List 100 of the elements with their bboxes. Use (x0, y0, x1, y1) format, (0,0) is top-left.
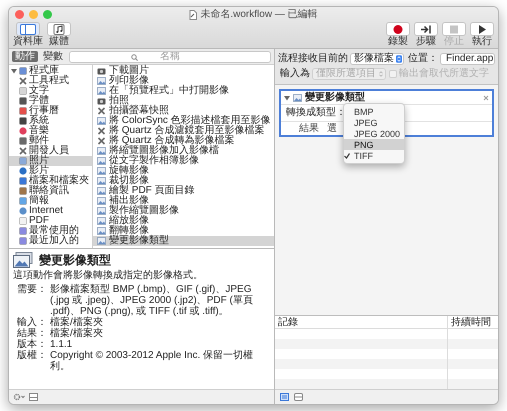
action-item[interactable]: 製作縮覽圖影像 (93, 206, 274, 216)
library-item[interactable]: 郵件 (9, 136, 92, 146)
action-item[interactable]: 將縮覽圖影像加入影像檔 (93, 146, 274, 156)
library-item[interactable]: 簡報 (9, 196, 92, 206)
library-tab[interactable]: 變數 (40, 51, 66, 62)
action-item[interactable]: 翻轉影像 (93, 226, 274, 236)
library-item[interactable]: 行事曆 (9, 106, 92, 116)
camera-icon (97, 97, 106, 105)
image-file-icon (97, 237, 106, 245)
action-item[interactable]: 裁切影像 (93, 176, 274, 186)
checkmark-icon (344, 152, 350, 158)
tools-icon (19, 77, 27, 85)
tools-icon (97, 107, 106, 115)
library-item[interactable]: PDF (9, 216, 92, 226)
field-label: 需要： (16, 284, 47, 297)
action-item[interactable]: 拍攝螢幕快照 (93, 106, 274, 116)
menu-item[interactable]: TIFF (344, 150, 404, 161)
toolbar-label: 步驟 (416, 36, 436, 47)
library-item[interactable]: 檔案和檔案夾 (9, 176, 92, 186)
action-item[interactable]: 下載圖片 (93, 66, 274, 76)
action-item[interactable]: 縮放影像 (93, 216, 274, 226)
library-item[interactable]: Internet (9, 206, 92, 216)
action-item[interactable]: 補出影像 (93, 196, 274, 206)
music-note-icon (51, 24, 67, 34)
toolbar-label: 媒體 (49, 36, 69, 47)
image-file-icon (97, 167, 106, 175)
toolbar-button[interactable] (470, 22, 494, 36)
search-icon (131, 54, 138, 60)
field-label: 結果： (16, 328, 47, 339)
library-item[interactable]: 工具程式 (9, 76, 92, 86)
action-item[interactable]: 變更影像類型 (93, 236, 274, 246)
toolbar-label: 執行 (472, 36, 492, 47)
library-item[interactable]: 開發人員 (9, 146, 92, 156)
action-item[interactable]: 將 ColorSync 色彩描述檔套用至影像 (93, 116, 274, 126)
library-item[interactable]: 照片 (9, 156, 92, 166)
field-label: 輸入： (16, 317, 47, 328)
library-item[interactable]: 文字 (9, 86, 92, 96)
toolbar-button[interactable] (47, 22, 71, 36)
close-icon[interactable] (483, 94, 489, 100)
field-value: 1.1.1 (50, 339, 74, 350)
library-item[interactable]: 聯絡資訊 (9, 186, 92, 196)
disclosure-icon[interactable] (284, 94, 290, 100)
input-type-popup[interactable]: 影像檔案 (350, 53, 404, 65)
library-tab[interactable]: 動作 (12, 51, 38, 62)
library-item[interactable]: 最近加入的 (9, 236, 92, 246)
action-item[interactable]: 繪製 PDF 頁面目錄 (93, 186, 274, 196)
library-item[interactable]: 系統 (9, 116, 92, 126)
panel-icon[interactable] (29, 393, 38, 401)
variables-view-icon[interactable] (294, 393, 303, 401)
toolbar-button[interactable] (414, 22, 438, 36)
library-item[interactable]: 影片 (9, 166, 92, 176)
field-value: Copyright © 2003-2012 Apple Inc. 保留一切權利。 (50, 350, 254, 372)
image-file-icon (97, 187, 106, 195)
close-button[interactable] (15, 10, 24, 19)
image-file-icon (97, 77, 106, 85)
description-text: 這項動作會將影像轉換成指定的影像格式。 (13, 270, 204, 282)
gear-icon[interactable] (13, 393, 25, 401)
image-file-icon (97, 157, 106, 165)
action-item[interactable]: 將 Quartz 合成轉為影像檔案 (93, 136, 274, 146)
library-item[interactable]: 最常使用的 (9, 226, 92, 236)
menu-item[interactable]: JPEG 2000 (344, 128, 404, 139)
image-file-icon (97, 147, 106, 155)
field-value: 檔案/檔案夾 (50, 328, 104, 339)
image-file-icon (97, 177, 106, 185)
toolbar-button[interactable] (386, 22, 410, 36)
column-header[interactable]: 持續時間 (448, 316, 498, 328)
action-item[interactable]: 將 Quartz 合成濾鏡套用至影像檔案 (93, 126, 274, 136)
popup-arrows-icon (378, 69, 384, 79)
action-item[interactable]: 旋轉影像 (93, 166, 274, 176)
tools-icon (19, 147, 27, 155)
menu-item[interactable]: JPEG (344, 117, 404, 128)
action-item[interactable]: 在「預覽程式」中打開影像 (93, 86, 274, 96)
library-item[interactable]: 字體 (9, 96, 92, 106)
library-item[interactable]: 程式庫 (9, 66, 92, 76)
tools-icon (97, 137, 106, 145)
menu-item[interactable]: BMP (344, 106, 404, 117)
field-label: 版權： (16, 350, 47, 363)
image-stack-icon (13, 252, 33, 268)
zoom-button[interactable] (43, 10, 52, 19)
card-tab[interactable]: 結果 (299, 124, 319, 134)
action-item[interactable]: 從文字製作相簿影像 (93, 156, 274, 166)
card-tab[interactable]: 選 (327, 124, 337, 134)
menu-item[interactable]: PNG (344, 139, 404, 150)
action-title: 變更影像類型 (305, 92, 366, 102)
image-file-icon (293, 94, 302, 102)
library-item[interactable]: 音樂 (9, 126, 92, 136)
action-item[interactable]: 拍照 (93, 96, 274, 106)
window-title: 未命名.workflow — 已編輯 (200, 9, 318, 21)
disclosure-icon[interactable] (11, 68, 17, 74)
tools-icon (97, 127, 106, 135)
action-item[interactable]: 列印影像 (93, 76, 274, 86)
field-value: 檔案/檔案夾 (50, 317, 104, 328)
location-label: 位置： (408, 54, 438, 64)
description-title: 變更影像類型 (39, 253, 111, 267)
location-popup[interactable]: Finder.app (440, 53, 495, 65)
column-header[interactable]: 記錄 (275, 316, 448, 328)
log-view-icon[interactable] (280, 393, 289, 401)
step-icon (418, 24, 434, 34)
field-value: 影像檔案類型 BMP (.bmp)、GIF (.gif)、JPEG (.jpg 或 .jpeg)、JPEG 2000 (.jp2)、PDF (單頁 .pdf)、PNG (.png), 或 TIFF (.tif 或 .tiff)。 (50, 284, 254, 317)
image-file-icon (97, 227, 106, 235)
